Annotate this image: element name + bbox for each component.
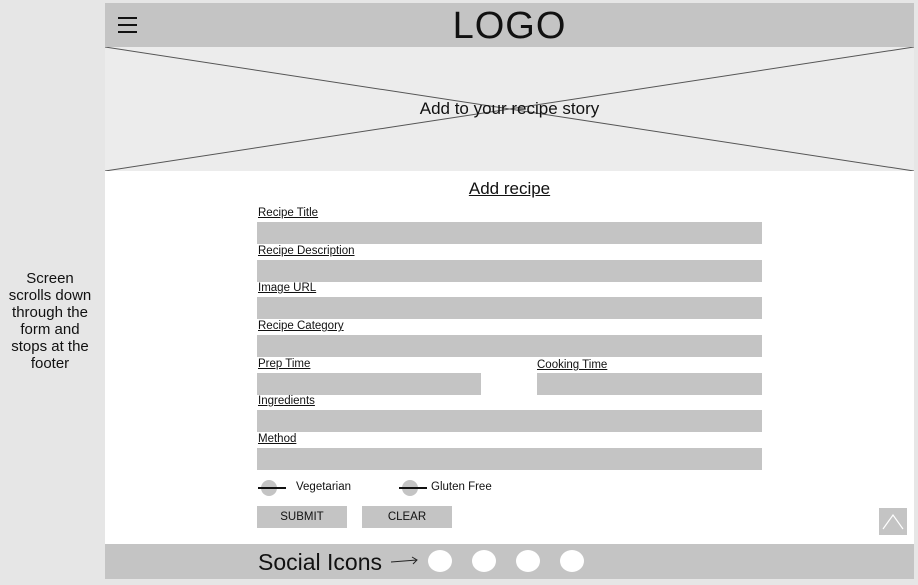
recipe-description-input[interactable] (257, 260, 762, 282)
method-input[interactable] (257, 448, 762, 470)
social-icon[interactable] (428, 550, 452, 572)
vegetarian-toggle[interactable] (258, 480, 288, 496)
social-icon[interactable] (516, 550, 540, 572)
hero-image-placeholder: Add to your recipe story (105, 47, 914, 171)
method-label: Method (258, 433, 297, 445)
footer: Social Icons (105, 544, 914, 579)
social-icons-label: Social Icons (258, 549, 383, 575)
gluten-free-toggle[interactable] (399, 480, 429, 496)
ingredients-label: Ingredients (258, 395, 315, 407)
hero-text: Add to your recipe story (419, 99, 600, 118)
side-note: Screen scrolls down through the form and… (8, 270, 92, 372)
page-frame: LOGO Add to your recipe story Add recipe… (105, 3, 914, 579)
scroll-to-top-button[interactable] (879, 508, 907, 535)
recipe-category-input[interactable] (257, 335, 762, 357)
image-url-label: Image URL (258, 282, 317, 294)
cooking-time-input[interactable] (537, 373, 762, 395)
image-url-input[interactable] (257, 297, 762, 319)
cooking-time-label: Cooking Time (537, 359, 608, 371)
ingredients-input[interactable] (257, 410, 762, 432)
prep-time-label: Prep Time (258, 358, 311, 370)
recipe-title-label: Recipe Title (258, 207, 319, 219)
prep-time-input[interactable] (257, 373, 481, 395)
gluten-free-label: Gluten Free (431, 481, 492, 493)
clear-button[interactable]: CLEAR (362, 506, 452, 528)
recipe-title-input[interactable] (257, 222, 762, 244)
chevron-up-icon (882, 513, 904, 530)
submit-button[interactable]: SUBMIT (257, 506, 347, 528)
social-icon[interactable] (472, 550, 496, 572)
social-icon[interactable] (560, 550, 584, 572)
form-title: Add recipe (468, 179, 551, 198)
vegetarian-label: Vegetarian (296, 481, 351, 493)
arrow-right-icon (391, 556, 418, 565)
recipe-category-label: Recipe Category (258, 320, 344, 332)
recipe-description-label: Recipe Description (258, 245, 355, 257)
header: LOGO (105, 3, 914, 47)
logo[interactable]: LOGO (105, 5, 914, 48)
